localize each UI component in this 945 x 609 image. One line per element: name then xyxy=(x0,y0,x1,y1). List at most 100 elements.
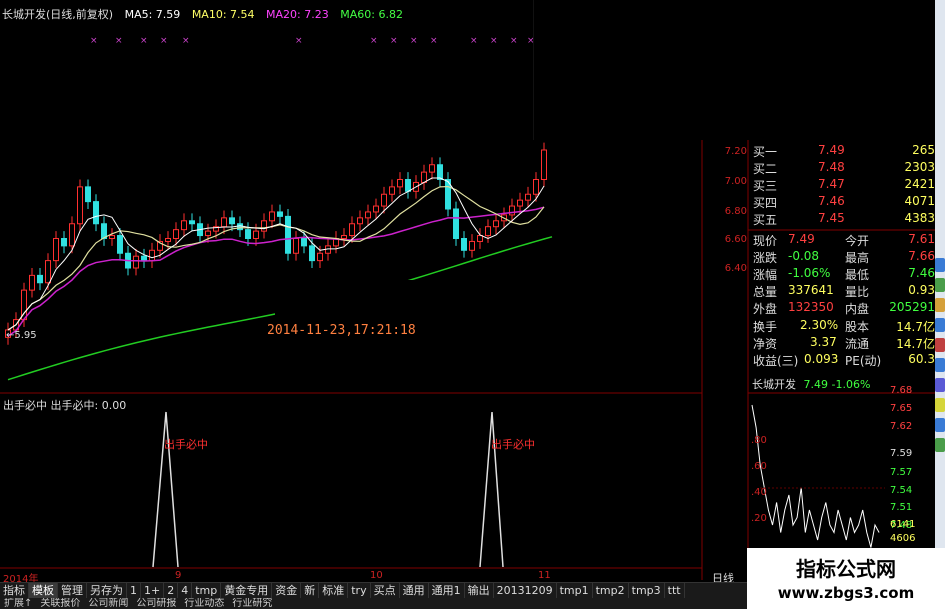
tab-manage[interactable]: 管理 xyxy=(58,583,87,598)
candle-body xyxy=(117,235,123,254)
bid-row[interactable]: 买二 7.48 2303 xyxy=(750,160,935,177)
bid-row[interactable]: 买一 7.49 265 xyxy=(750,143,935,160)
toolbar-icon[interactable] xyxy=(935,438,945,452)
tab-save-as[interactable]: 另存为 xyxy=(87,583,127,598)
candle-body xyxy=(181,220,187,231)
expand-link[interactable]: 扩展↑ xyxy=(0,598,36,609)
candle-body xyxy=(253,230,259,239)
toolbar-icon[interactable] xyxy=(935,418,945,432)
tab-indicator[interactable]: 指标 xyxy=(0,583,29,598)
candle-body xyxy=(421,171,427,183)
tab-general[interactable]: 通用 xyxy=(400,583,429,598)
site-watermark: 指标公式网 www.zbgs3.com xyxy=(747,548,945,609)
signal-marker: × xyxy=(295,36,303,46)
stat-row: 总量 337641 量比 0.93 xyxy=(753,283,935,299)
redacted-area-top xyxy=(533,0,945,140)
bid-row[interactable]: 买四 7.46 4071 xyxy=(750,194,935,211)
stat-row: 外盘 132350 内盘 205291 xyxy=(753,300,935,316)
right-toolbar xyxy=(935,0,945,548)
toolbar-icon[interactable] xyxy=(935,338,945,352)
candle-body xyxy=(541,149,547,180)
candle-body xyxy=(357,217,363,225)
candle-body xyxy=(221,217,227,228)
candle-body xyxy=(341,235,347,240)
tab-tmp2[interactable]: tmp2 xyxy=(593,583,629,598)
tab-output[interactable]: 输出 xyxy=(465,583,494,598)
toolbar-icon[interactable] xyxy=(935,378,945,392)
candle-body xyxy=(373,205,379,213)
candle-body xyxy=(269,211,275,222)
stat-row: 换手 2.30% 股本 14.7亿 xyxy=(753,318,935,334)
stat-row: 现价 7.49 今开 7.61 xyxy=(753,232,935,248)
related-quotes-link[interactable]: 关联报价 xyxy=(36,598,84,609)
timestamp-label: 2014-11-23,17:21:18 xyxy=(267,323,416,338)
mini-vol-axis: 6141 4606 xyxy=(890,519,916,544)
tab-2[interactable]: 2 xyxy=(164,583,179,598)
toolbar-icon[interactable] xyxy=(935,318,945,332)
price-axis: 7.20 7.00 6.80 6.60 6.40 xyxy=(724,146,747,274)
candle-body xyxy=(461,238,467,251)
candle-body xyxy=(309,245,315,262)
candle-body xyxy=(141,255,147,262)
company-research-link[interactable]: 公司研报 xyxy=(132,598,180,609)
toolbar-icon[interactable] xyxy=(935,298,945,312)
signal-label-1: 出手必中 xyxy=(164,438,208,451)
signal-marker: × xyxy=(490,36,498,46)
candle-body xyxy=(149,249,155,262)
candle-body xyxy=(189,220,195,225)
ma10-label: MA10: 7.54 xyxy=(191,8,255,21)
candle-body xyxy=(301,238,307,247)
indicator-label: 出手必中 出手必中: 0.00 xyxy=(3,399,127,412)
stat-row: 涨幅 -1.06% 最低 7.46 xyxy=(753,266,935,282)
toolbar-icon[interactable] xyxy=(935,358,945,372)
candle-body xyxy=(37,274,43,284)
candle-body xyxy=(85,186,91,203)
candle-body xyxy=(365,211,371,219)
tab-standard[interactable]: 标准 xyxy=(319,583,349,598)
tab-1plus[interactable]: 1+ xyxy=(141,583,165,598)
candle-body xyxy=(261,220,267,232)
toolbar-icon[interactable] xyxy=(935,278,945,292)
candle-body xyxy=(205,230,211,237)
bid-row[interactable]: 买三 7.47 2421 xyxy=(750,177,935,194)
tab-tmp3[interactable]: tmp3 xyxy=(629,583,665,598)
signal-marker: × xyxy=(390,36,398,46)
tab-tmp[interactable]: tmp xyxy=(192,583,222,598)
tab-try[interactable]: try xyxy=(348,583,371,598)
candle-body xyxy=(165,238,171,242)
tab-4[interactable]: 4 xyxy=(178,583,193,598)
company-news-link[interactable]: 公司新闻 xyxy=(84,598,132,609)
chart-header: 长城开发(日线,前复权) MA5: 7.59 MA10: 7.54 MA20: … xyxy=(2,6,411,22)
candle-body xyxy=(397,179,403,188)
mini-chart-title: 长城开发 7.49 -1.06% xyxy=(752,378,871,391)
tab-ttt[interactable]: ttt xyxy=(665,583,685,598)
tab-new[interactable]: 新 xyxy=(301,583,320,598)
industry-research-link[interactable]: 行业研究 xyxy=(228,598,276,609)
candle-body xyxy=(293,238,299,254)
tab-buy-point[interactable]: 买点 xyxy=(371,583,400,598)
tab-general1[interactable]: 通用1 xyxy=(429,583,465,598)
toolbar-icon[interactable] xyxy=(935,258,945,272)
stat-row: 净资 3.37 流通 14.7亿 xyxy=(753,335,935,351)
industry-news-link[interactable]: 行业动态 xyxy=(180,598,228,609)
signal-marker: × xyxy=(470,36,478,46)
x-axis-month-10: 10 xyxy=(370,570,383,581)
tab-tmp1[interactable]: tmp1 xyxy=(557,583,593,598)
x-axis-month-9: 9 xyxy=(175,570,182,581)
toolbar-icon[interactable] xyxy=(935,398,945,412)
candle-body xyxy=(109,235,115,240)
candle-body xyxy=(77,186,83,225)
tab-gold[interactable]: 黄金专用 xyxy=(221,583,273,598)
tab-funds[interactable]: 资金 xyxy=(272,583,302,598)
tab-20131209[interactable]: 20131209 xyxy=(494,583,557,598)
candle-body xyxy=(429,164,435,173)
tab-1[interactable]: 1 xyxy=(127,583,141,598)
tab-template[interactable]: 模板 xyxy=(29,583,58,598)
candle-body xyxy=(317,252,323,262)
signal-marker: × xyxy=(430,36,438,46)
signal-marker: × xyxy=(140,36,148,46)
redacted-area-mid xyxy=(275,280,668,328)
candle-body xyxy=(533,179,539,195)
bid-row[interactable]: 买五 7.45 4383 xyxy=(750,211,935,228)
candle-body xyxy=(525,193,531,201)
